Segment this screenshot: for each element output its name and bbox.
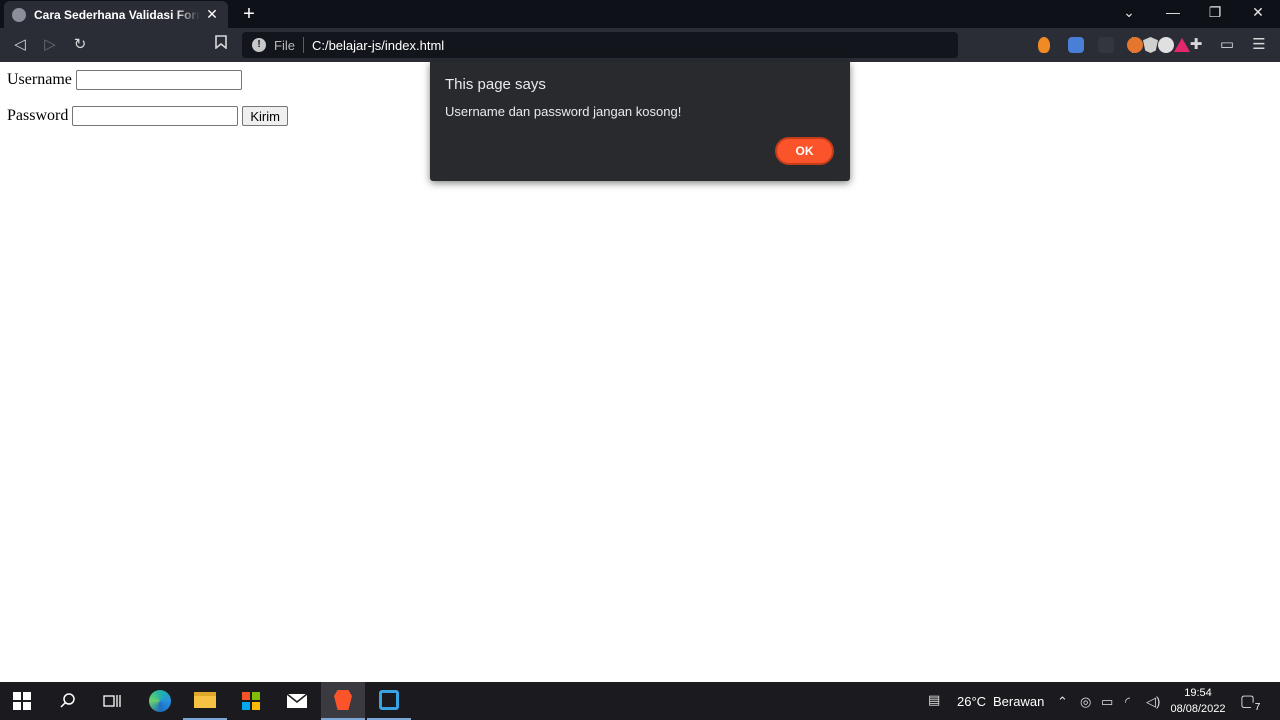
- tab-strip: Cara Sederhana Validasi Form HTML ✕ + ⌄ …: [0, 0, 1280, 28]
- brave-icon: [334, 690, 352, 710]
- google-translate-icon[interactable]: [1068, 37, 1084, 53]
- browser-tab[interactable]: Cara Sederhana Validasi Form HTML ✕: [4, 1, 228, 28]
- username-row: Username: [7, 70, 242, 90]
- username-label: Username: [7, 71, 72, 88]
- alert-dialog: This page says Username dan password jan…: [430, 62, 850, 181]
- restore-button[interactable]: ❐: [1200, 4, 1230, 21]
- meet-now-icon[interactable]: ◎: [1080, 694, 1091, 710]
- omnibox-divider: [302, 37, 304, 53]
- url-text[interactable]: C:/belajar-js/index.html: [312, 38, 444, 53]
- edge-taskbar-button[interactable]: [138, 682, 182, 720]
- hamburger-menu-icon[interactable]: ☰: [1249, 35, 1269, 55]
- vscode-taskbar-button[interactable]: [367, 682, 411, 720]
- folder-icon: [194, 692, 216, 708]
- clock-time: 19:54: [1184, 687, 1212, 699]
- dialog-title: This page says: [445, 76, 546, 93]
- address-bar[interactable]: ! File C:/belajar-js/index.html: [242, 32, 1190, 58]
- search-icon: [60, 693, 75, 708]
- chevron-up-icon[interactable]: ⌃: [1057, 694, 1068, 710]
- volume-icon[interactable]: ◁): [1146, 694, 1160, 710]
- new-tab-button[interactable]: +: [240, 4, 258, 24]
- tab-search-icon[interactable]: ⌄: [1114, 4, 1144, 21]
- edge-icon: [149, 690, 171, 712]
- weather-condition[interactable]: Berawan: [993, 694, 1044, 709]
- windows-logo-icon: [13, 692, 31, 710]
- browser-toolbar: ◁ ▷ ↻ ! File C:/belajar-js/index.html ✚ …: [0, 28, 1280, 62]
- extension-dark-icon[interactable]: [1098, 37, 1114, 53]
- extension-orange-circle-icon[interactable]: [1127, 37, 1143, 53]
- forward-icon[interactable]: ▷: [40, 35, 60, 55]
- close-window-button[interactable]: ✕: [1243, 4, 1273, 21]
- back-icon[interactable]: ◁: [10, 35, 30, 55]
- weather-temperature[interactable]: 26°C: [957, 694, 986, 709]
- globe-icon: [12, 7, 26, 22]
- task-view-icon: [103, 695, 121, 707]
- username-input[interactable]: [75, 70, 242, 90]
- close-tab-icon[interactable]: ✕: [204, 6, 220, 23]
- bookmark-icon[interactable]: [211, 35, 231, 55]
- notification-count-badge: 7: [1251, 701, 1264, 714]
- url-scheme: File: [274, 37, 295, 53]
- file-explorer-taskbar-button[interactable]: [183, 682, 227, 720]
- start-button[interactable]: [0, 682, 44, 720]
- puzzle-icon[interactable]: ✚: [1186, 35, 1206, 55]
- store-icon: [242, 692, 260, 710]
- minimize-button[interactable]: —: [1158, 4, 1188, 20]
- store-taskbar-button[interactable]: [229, 682, 273, 720]
- code-editor-icon: [379, 690, 399, 710]
- ok-button[interactable]: OK: [775, 137, 834, 165]
- battery-icon[interactable]: ▭: [1101, 694, 1113, 710]
- info-icon[interactable]: !: [252, 38, 266, 52]
- extension-orange-icon[interactable]: [1038, 37, 1050, 53]
- reload-icon[interactable]: ↻: [70, 35, 90, 55]
- windows-taskbar: ▤ 26°C Berawan ⌃ ◎ ▭ ◜ ◁) 19:54 08/08/20…: [0, 682, 1280, 720]
- taskbar-clock[interactable]: 19:54 08/08/2022: [1168, 685, 1228, 717]
- search-button[interactable]: [46, 682, 90, 720]
- weather-icon[interactable]: ▤: [928, 692, 940, 708]
- brave-taskbar-button[interactable]: [321, 682, 365, 720]
- password-label: Password: [7, 107, 69, 124]
- tab-title: Cara Sederhana Validasi Form HTML: [34, 7, 200, 22]
- password-input[interactable]: [72, 106, 239, 126]
- wifi-icon[interactable]: ◜: [1125, 694, 1130, 710]
- kirim-button[interactable]: Kirim: [242, 106, 288, 126]
- wallet-icon[interactable]: ▭: [1217, 35, 1237, 55]
- password-row: Password Kirim: [7, 106, 288, 126]
- clock-date: 08/08/2022: [1170, 703, 1226, 715]
- mail-icon: [286, 693, 308, 708]
- dialog-message: Username dan password jangan kosong!: [445, 104, 682, 119]
- mail-taskbar-button[interactable]: [275, 682, 319, 720]
- task-view-button[interactable]: [90, 682, 134, 720]
- brave-shields-icon[interactable]: [1143, 37, 1158, 53]
- extension-white-circle-icon[interactable]: [1158, 37, 1174, 53]
